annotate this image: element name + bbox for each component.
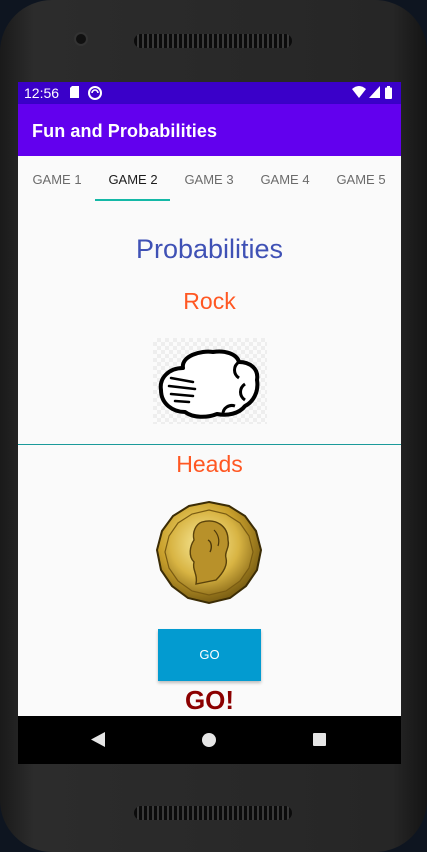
screen: 12:56 Fun and Probabilities GAME 1 GAME … xyxy=(18,82,401,764)
status-time: 12:56 xyxy=(24,85,60,101)
hand-result-label: Rock xyxy=(183,288,236,314)
go-caption: GO! xyxy=(184,685,235,715)
cell-signal-icon xyxy=(369,86,380,98)
sd-card-icon xyxy=(70,86,79,98)
back-icon[interactable] xyxy=(91,732,105,747)
battery-icon xyxy=(385,86,392,99)
home-icon[interactable] xyxy=(202,733,216,747)
front-camera xyxy=(74,32,88,46)
loonie-coin-heads-icon xyxy=(152,500,266,606)
bottom-speaker-grille xyxy=(134,806,292,820)
tab-game-5[interactable]: GAME 5 xyxy=(323,156,399,204)
navigation-bar xyxy=(18,716,401,764)
tab-bar: GAME 1 GAME 2 GAME 3 GAME 4 GAME 5 xyxy=(18,156,401,204)
tab-game-2[interactable]: GAME 2 xyxy=(95,156,171,204)
recents-icon[interactable] xyxy=(313,733,326,746)
go-button[interactable]: GO xyxy=(158,629,261,681)
top-speaker-grille xyxy=(134,34,292,48)
phone-frame: 12:56 Fun and Probabilities GAME 1 GAME … xyxy=(0,0,427,852)
page-title: Probabilities xyxy=(135,234,284,264)
app-title: Fun and Probabilities xyxy=(32,121,218,141)
app-bar: Fun and Probabilities xyxy=(18,104,401,156)
tab-game-3[interactable]: GAME 3 xyxy=(171,156,247,204)
wifi-icon xyxy=(352,86,366,98)
sync-icon xyxy=(88,86,102,100)
coin-result-label: Heads xyxy=(176,451,243,477)
tab-indicator xyxy=(95,199,170,201)
tab-game-4[interactable]: GAME 4 xyxy=(247,156,323,204)
tab-game-1[interactable]: GAME 1 xyxy=(19,156,95,204)
status-bar: 12:56 xyxy=(18,82,401,104)
rock-fist-icon xyxy=(153,338,267,424)
section-divider xyxy=(18,444,401,445)
